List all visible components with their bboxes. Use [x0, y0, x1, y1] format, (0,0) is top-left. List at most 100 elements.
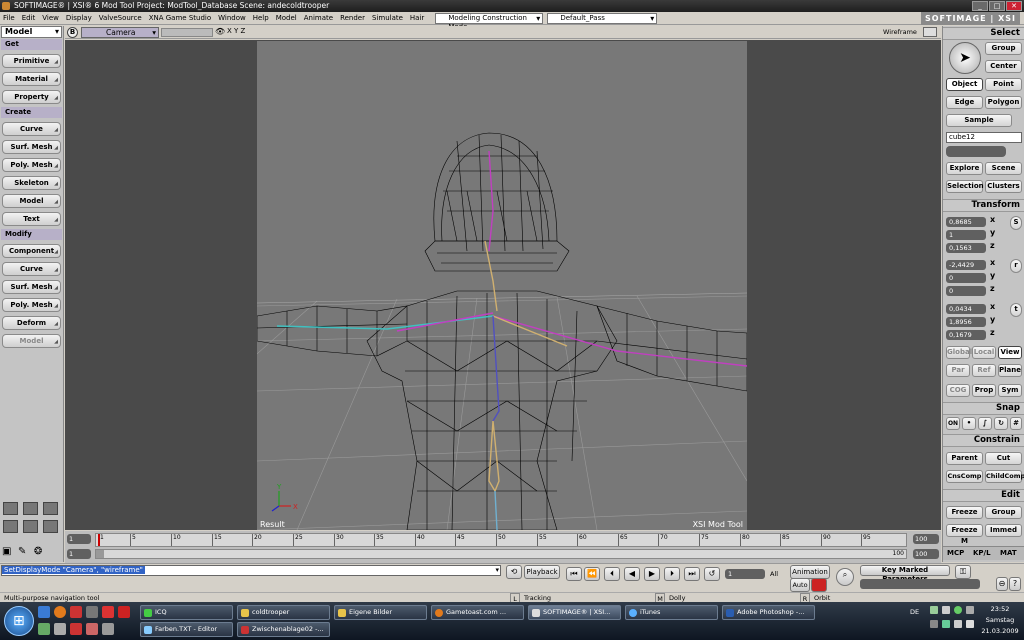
app-icon-2[interactable] — [86, 606, 98, 618]
snap-on-button[interactable]: ON — [946, 417, 960, 430]
maximize-viewport-icon[interactable] — [923, 27, 937, 37]
parent-button[interactable]: Parent — [946, 452, 983, 465]
scale-y-field[interactable]: 1 — [946, 230, 986, 240]
first-frame-icon[interactable]: ⏮ — [566, 567, 582, 581]
app-icon-9[interactable] — [102, 623, 114, 635]
key-icon[interactable]: ⚿ — [955, 565, 971, 579]
translate-z-field[interactable]: 0,1679 — [946, 330, 986, 340]
taskbar-gametoast[interactable]: Gametoast.com ... — [431, 605, 524, 620]
timeline-start-field[interactable]: 1 — [67, 534, 91, 544]
layout-tall-icon[interactable] — [23, 520, 38, 533]
layout-wide-icon[interactable] — [43, 502, 58, 515]
cut-button[interactable]: Cut — [985, 452, 1022, 465]
translate-tool-button[interactable]: t — [1010, 303, 1022, 317]
layout-quad-icon[interactable] — [3, 520, 18, 533]
play-icon[interactable]: ▶ — [644, 567, 660, 581]
cnscomp-button[interactable]: CnsComp — [946, 470, 983, 483]
minimize-button[interactable]: _ — [972, 1, 988, 11]
key-marked-parameters-button[interactable]: Key Marked Parameters — [860, 565, 950, 583]
taskbar-eigene-bilder[interactable]: Eigene Bilder — [334, 605, 427, 620]
menu-window[interactable]: Window — [218, 14, 246, 22]
tray-icon-5[interactable] — [930, 620, 938, 628]
layout-single-icon[interactable] — [3, 502, 18, 515]
menu-model[interactable]: Model — [276, 14, 297, 22]
display-mode-label[interactable]: Wireframe — [883, 28, 917, 36]
ref-button[interactable]: Ref — [972, 364, 996, 377]
show-desktop-icon[interactable] — [38, 606, 50, 618]
range-slider[interactable]: 100 — [95, 549, 907, 559]
render-icon[interactable]: ❂ — [34, 546, 42, 557]
menu-edit[interactable]: Edit — [22, 14, 36, 22]
childcomp-button[interactable]: ChildComp — [985, 470, 1024, 483]
tray-icon-4[interactable] — [966, 606, 974, 614]
tab-kpl[interactable]: KP/L — [973, 549, 991, 557]
taskbar-softimage[interactable]: SOFTIMAGE® | XSI... — [528, 605, 621, 620]
timeline-ruler[interactable]: 1 5 10 15 20 25 30 35 40 45 50 55 60 65 70 75 80 85 90 95 — [95, 533, 907, 547]
tray-icon-1[interactable] — [930, 606, 938, 614]
axes-label[interactable]: X Y Z — [227, 27, 245, 35]
menu-view[interactable]: View — [42, 14, 59, 22]
modify-surf-mesh-button[interactable]: Surf. Mesh — [2, 280, 61, 294]
marked-parameters-field[interactable] — [860, 579, 980, 589]
app-icon-6[interactable] — [54, 623, 66, 635]
translate-x-field[interactable]: 0,0434 — [946, 304, 986, 314]
point-mode-button[interactable]: Point — [985, 78, 1022, 91]
eye-icon[interactable]: 👁 — [215, 27, 225, 36]
local-button[interactable]: Local — [972, 346, 996, 359]
key-search-icon[interactable]: ⌕ — [836, 568, 854, 586]
scale-tool-button[interactable]: S — [1010, 216, 1022, 230]
snap-grid-icon[interactable]: # — [1010, 417, 1022, 430]
edge-mode-button[interactable]: Edge — [946, 96, 983, 109]
snap-point-icon[interactable]: • — [962, 417, 976, 430]
tab-mcp[interactable]: MCP — [947, 549, 964, 557]
app-icon-4[interactable] — [118, 606, 130, 618]
create-model-button[interactable]: Model — [2, 194, 61, 208]
auto-key-button[interactable]: Auto — [790, 578, 810, 592]
taskbar-photoshop[interactable]: Adobe Photoshop -... — [722, 605, 815, 620]
maximize-button[interactable]: □ — [989, 1, 1005, 11]
range-end-field[interactable]: 100 — [913, 549, 939, 559]
explore-button[interactable]: Explore — [946, 162, 983, 175]
selection-name-field[interactable]: cube12 — [946, 132, 1022, 143]
last-frame-icon[interactable]: ⏭ — [684, 567, 700, 581]
menu-hair[interactable]: Hair — [410, 14, 424, 22]
start-button[interactable]: ⊞ — [4, 606, 34, 636]
close-button[interactable]: ✕ — [1006, 1, 1022, 11]
skeleton-button[interactable]: Skeleton — [2, 176, 61, 190]
viewport[interactable]: X Y Result XSI Mod Tool — [65, 40, 941, 530]
loop-icon[interactable]: ↺ — [704, 567, 720, 581]
freeze-button[interactable]: Freeze — [946, 506, 983, 519]
rotate-x-field[interactable]: -2,4429 — [946, 260, 986, 270]
network-icon[interactable] — [954, 620, 962, 628]
menu-file[interactable]: File — [3, 14, 15, 22]
menu-valvesource[interactable]: ValveSource — [99, 14, 142, 22]
snap-curve-icon[interactable]: ∫ — [978, 417, 992, 430]
menu-display[interactable]: Display — [66, 14, 92, 22]
plane-button[interactable]: Plane — [998, 364, 1022, 377]
layout-full-icon[interactable] — [43, 520, 58, 533]
prev-key-icon[interactable]: ⏪ — [584, 567, 600, 581]
immed-button[interactable]: Immed — [985, 524, 1022, 537]
menu-simulate[interactable]: Simulate — [372, 14, 403, 22]
modify-model-button[interactable]: Model — [2, 334, 61, 348]
rotate-tool-button[interactable]: r — [1010, 259, 1022, 273]
volume-icon[interactable] — [966, 620, 974, 628]
menu-xna[interactable]: XNA Game Studio — [149, 14, 211, 22]
playhead[interactable] — [98, 534, 100, 546]
scene-button[interactable]: Scene — [985, 162, 1022, 175]
animation-button[interactable]: Animation — [790, 565, 830, 579]
primitive-button[interactable]: Primitive — [2, 54, 61, 68]
freeze-m-button[interactable]: Freeze M — [946, 524, 983, 545]
script-editor-icon[interactable]: ⟲ — [506, 565, 522, 579]
translate-y-field[interactable]: 1,8956 — [946, 317, 986, 327]
view-button[interactable]: View — [998, 346, 1022, 359]
sym-button[interactable]: Sym — [998, 384, 1022, 397]
modify-curve-button[interactable]: Curve — [2, 262, 61, 276]
edit-group-button[interactable]: Group — [985, 506, 1022, 519]
selection-filter-field[interactable] — [946, 146, 1006, 157]
clusters-button[interactable]: Clusters — [985, 180, 1022, 193]
group-select-button[interactable]: Group — [985, 42, 1022, 55]
range-start-handle[interactable] — [96, 550, 104, 558]
polygon-mode-button[interactable]: Polygon — [985, 96, 1022, 109]
brush-icon[interactable]: ✎ — [18, 546, 26, 557]
